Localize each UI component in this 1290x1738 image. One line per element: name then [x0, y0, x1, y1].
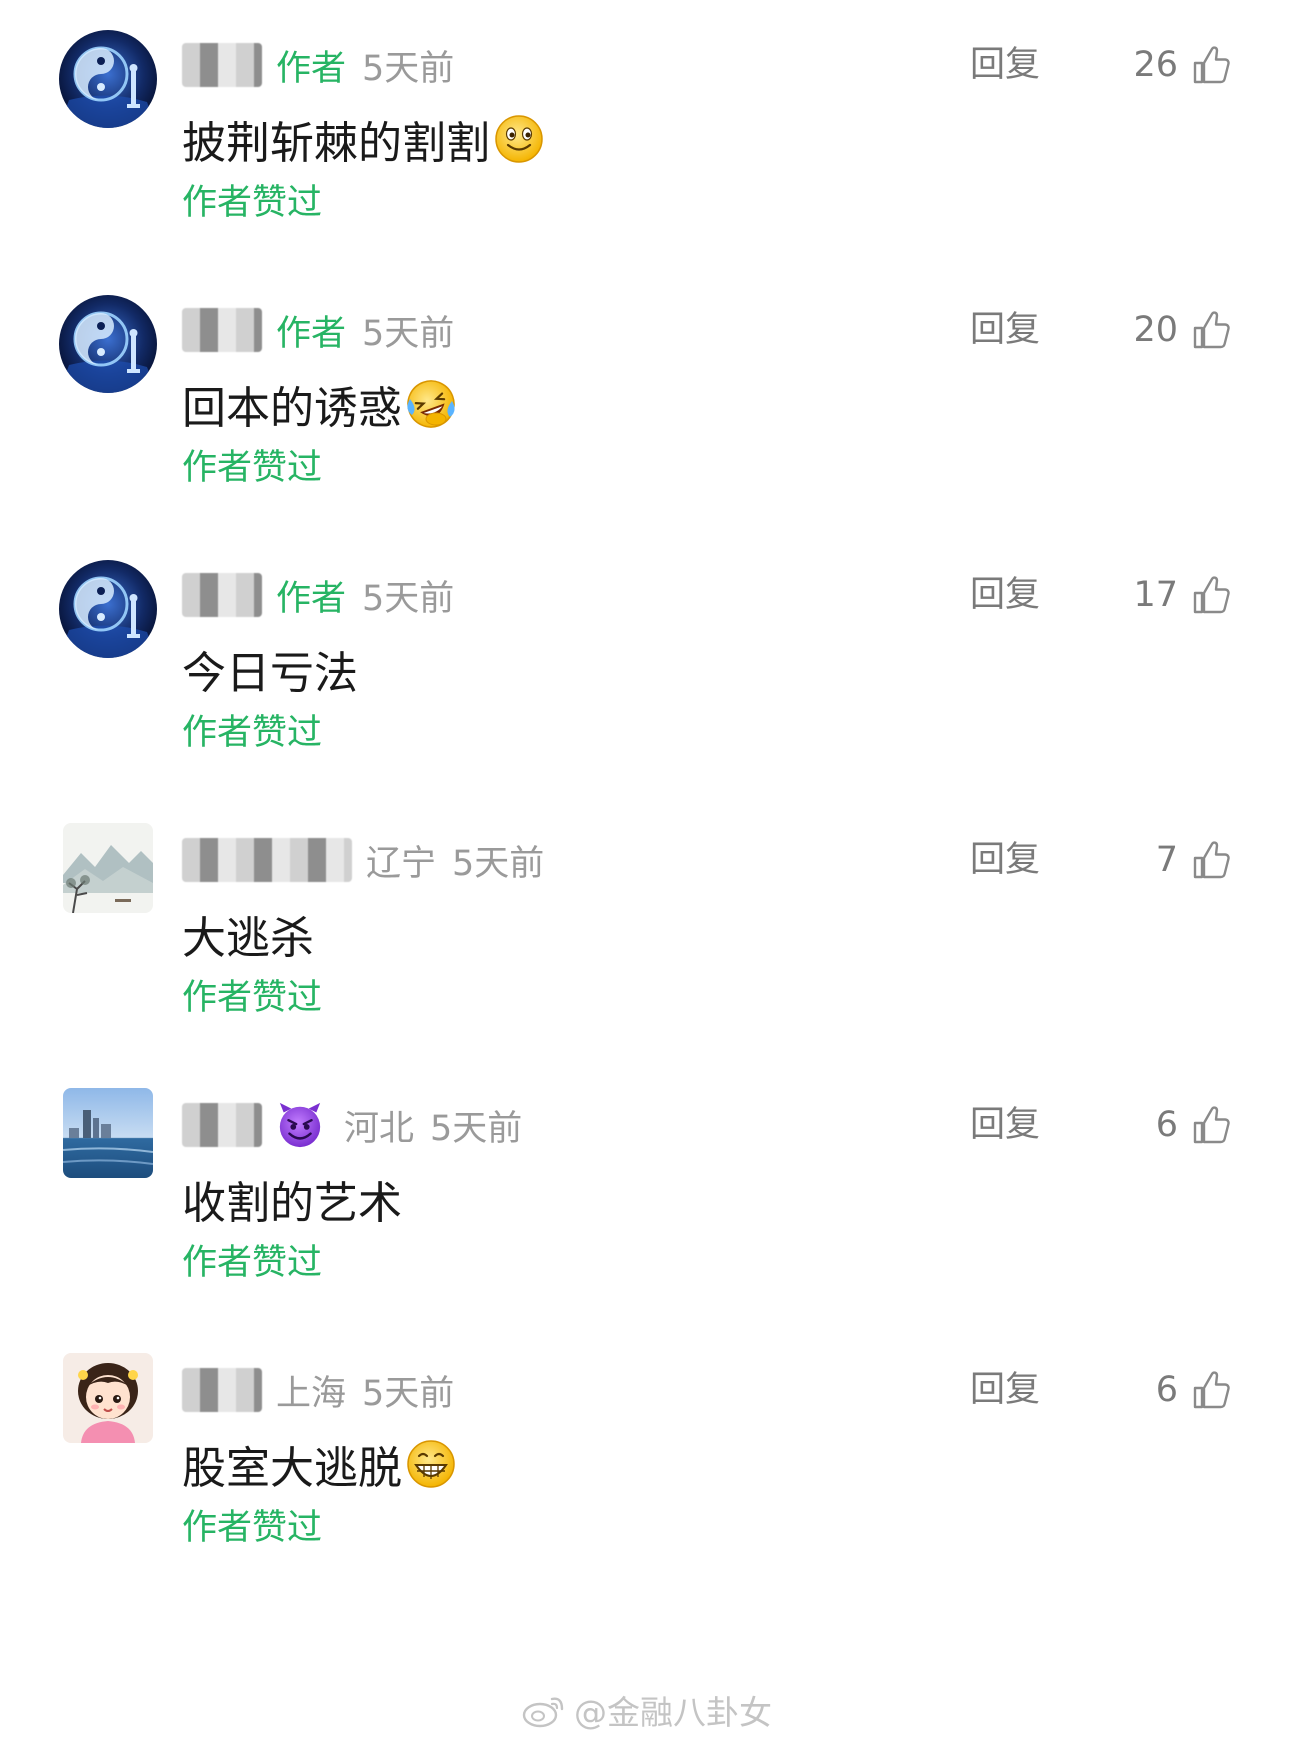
author-tag: 作者	[276, 313, 347, 354]
blurred-username[interactable]	[182, 1368, 262, 1412]
comment-time: 5天前	[362, 1373, 455, 1414]
comment-location: 河北	[344, 1108, 415, 1149]
like-button[interactable]: 26	[1133, 40, 1230, 90]
reply-button[interactable]: 回复	[970, 305, 1040, 355]
blurred-username[interactable]	[182, 573, 262, 617]
thumbs-up-icon	[1192, 1105, 1230, 1145]
comment-time: 5天前	[362, 313, 455, 354]
reply-button[interactable]: 回复	[970, 570, 1040, 620]
comment-meta: 作者 5天前	[182, 305, 454, 355]
weibo-watermark: @金融八卦女	[522, 1688, 772, 1732]
seaside-city-avatar[interactable]	[63, 1088, 153, 1178]
comment-text-content: 回本的诱惑	[182, 383, 402, 434]
author-liked-tag: 作者赞过	[182, 183, 323, 223]
comment-location: 上海	[276, 1373, 347, 1414]
author-liked-tag: 作者赞过	[182, 713, 323, 753]
comment-text-content: 今日亏法	[182, 648, 358, 699]
like-button[interactable]: 17	[1133, 570, 1230, 620]
comment-item: 河北 5天前 回复 6 收割的艺术 作者赞过	[0, 1060, 1290, 1300]
like-button[interactable]: 20	[1133, 305, 1230, 355]
yin-yang-avatar[interactable]	[59, 560, 157, 658]
grinning-emoji-icon	[407, 1440, 455, 1488]
thumbs-up-icon	[1192, 310, 1230, 350]
comment-item: 作者 5天前 回复 20 回本的诱惑 作者赞过	[0, 265, 1290, 505]
cartoon-girl-avatar[interactable]	[63, 1353, 153, 1443]
like-count: 17	[1133, 575, 1178, 615]
comment-text-content: 大逃杀	[182, 913, 314, 964]
reply-button[interactable]: 回复	[970, 835, 1040, 885]
smile-emoji-icon	[495, 115, 543, 163]
comment-meta: 作者 5天前	[182, 570, 454, 620]
comment-time: 5天前	[452, 843, 545, 884]
blurred-username[interactable]	[182, 838, 352, 882]
like-button[interactable]: 6	[1156, 1100, 1230, 1150]
comment-text: 回本的诱惑	[182, 375, 456, 434]
comment-location: 辽宁	[366, 843, 437, 884]
comment-text: 收割的艺术	[182, 1170, 402, 1229]
weibo-icon	[522, 1697, 564, 1728]
blurred-username[interactable]	[182, 1103, 262, 1147]
author-tag: 作者	[276, 48, 347, 89]
author-liked-tag: 作者赞过	[182, 448, 323, 488]
thumbs-up-icon	[1192, 45, 1230, 85]
landscape-painting-avatar[interactable]	[63, 823, 153, 913]
reply-button[interactable]: 回复	[970, 1100, 1040, 1150]
comment-item: 作者 5天前 回复 17 今日亏法 作者赞过	[0, 530, 1290, 770]
smiling-devil-emoji-icon	[279, 1102, 321, 1148]
thumbs-up-icon	[1192, 840, 1230, 880]
author-liked-tag: 作者赞过	[182, 1243, 323, 1283]
comment-meta: 河北 5天前	[182, 1100, 522, 1150]
comment-time: 5天前	[430, 1108, 523, 1149]
comment-meta: 作者 5天前	[182, 40, 454, 90]
comment-time: 5天前	[362, 48, 455, 89]
thumbs-up-icon	[1192, 1370, 1230, 1410]
like-button[interactable]: 7	[1156, 835, 1230, 885]
comment-text: 股室大逃脱	[182, 1435, 456, 1494]
comment-text: 披荆斩棘的割割	[182, 110, 544, 169]
author-liked-tag: 作者赞过	[182, 978, 323, 1018]
blurred-username[interactable]	[182, 43, 262, 87]
comment-meta: 辽宁 5天前	[182, 835, 544, 885]
like-count: 6	[1155, 1105, 1178, 1145]
comment-text-content: 披荆斩棘的割割	[182, 118, 490, 169]
comment-text-content: 股室大逃脱	[182, 1443, 402, 1494]
comment-item: 上海 5天前 回复 6 股室大逃脱 作者赞过	[0, 1325, 1290, 1565]
like-count: 26	[1133, 45, 1178, 85]
like-count: 6	[1155, 1370, 1178, 1410]
comment-item: 作者 5天前 回复 26 披荆斩棘的割割 作者赞过	[0, 0, 1290, 240]
like-count: 20	[1133, 310, 1178, 350]
thumbs-up-icon	[1192, 575, 1230, 615]
like-button[interactable]: 6	[1156, 1365, 1230, 1415]
blurred-username[interactable]	[182, 308, 262, 352]
like-count: 7	[1155, 840, 1178, 880]
yin-yang-avatar[interactable]	[59, 295, 157, 393]
author-liked-tag: 作者赞过	[182, 1508, 323, 1548]
laughing-tears-emoji-icon	[407, 380, 455, 428]
comment-text: 大逃杀	[182, 905, 314, 964]
comment-time: 5天前	[362, 578, 455, 619]
reply-button[interactable]: 回复	[970, 40, 1040, 90]
comment-text-content: 收割的艺术	[182, 1178, 402, 1229]
yin-yang-avatar[interactable]	[59, 30, 157, 128]
comment-meta: 上海 5天前	[182, 1365, 454, 1415]
comment-text: 今日亏法	[182, 640, 358, 699]
reply-button[interactable]: 回复	[970, 1365, 1040, 1415]
author-tag: 作者	[276, 578, 347, 619]
watermark-text: @金融八卦女	[574, 1693, 772, 1732]
comment-item: 辽宁 5天前 回复 7 大逃杀 作者赞过	[0, 795, 1290, 1035]
